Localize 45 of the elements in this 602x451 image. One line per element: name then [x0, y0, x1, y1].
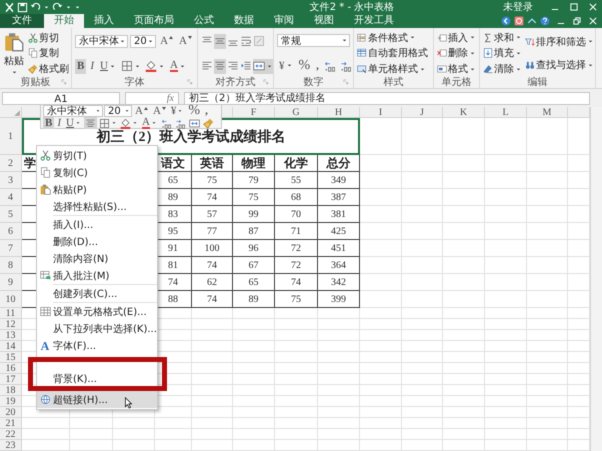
- table-cell: 399: [318, 291, 360, 308]
- table-cell: 77: [192, 223, 233, 240]
- table-cell: 57: [192, 206, 233, 223]
- table-cell: 67: [233, 257, 275, 274]
- table-cell: 100: [192, 240, 233, 257]
- group-label: 数字: [304, 77, 324, 88]
- table-cell: 364: [318, 257, 360, 274]
- table-cell: 70: [275, 206, 318, 223]
- table-cell: 74: [192, 291, 233, 308]
- group-label: 样式: [384, 77, 404, 88]
- table-cell: 74: [192, 189, 233, 206]
- table-cell: 99: [233, 206, 275, 223]
- table-cell: 72: [275, 240, 318, 257]
- table-cell: 342: [318, 274, 360, 291]
- table-cell: 451: [318, 240, 360, 257]
- group-label: 对齐方式: [216, 77, 256, 88]
- column-heading: 总分: [318, 155, 360, 172]
- column-heading: 物理: [233, 155, 275, 172]
- table-cell: 381: [318, 206, 360, 223]
- window-title: 文件2 * - 永中表格: [308, 0, 396, 14]
- table-cell: 62: [192, 274, 233, 291]
- table-cell: 68: [275, 189, 318, 206]
- table-cell: 65: [233, 274, 275, 291]
- table-cell: 96: [233, 240, 275, 257]
- table-cell: 71: [275, 223, 318, 240]
- table-cell: 79: [233, 172, 275, 189]
- table-cell: 349: [318, 172, 360, 189]
- table-cell: 75: [233, 189, 275, 206]
- table-cell: 74: [275, 274, 318, 291]
- group-label: 剪贴板: [20, 77, 50, 88]
- font-icon: A: [40, 340, 50, 352]
- column-heading: 化学: [275, 155, 318, 172]
- table-cell: 89: [233, 291, 275, 308]
- table-cell: 87: [233, 223, 275, 240]
- group-label: 字体: [124, 77, 144, 88]
- table-cell: 55: [275, 172, 318, 189]
- table-cell: 387: [318, 189, 360, 206]
- group-label: 单元格: [442, 77, 472, 88]
- column-heading: 英语: [192, 155, 233, 172]
- group-label: 编辑: [528, 77, 548, 88]
- table-cell: 425: [318, 223, 360, 240]
- table-cell: 75: [192, 172, 233, 189]
- table-cell: 74: [192, 257, 233, 274]
- table-cell: 75: [275, 291, 318, 308]
- table-cell: 72: [275, 257, 318, 274]
